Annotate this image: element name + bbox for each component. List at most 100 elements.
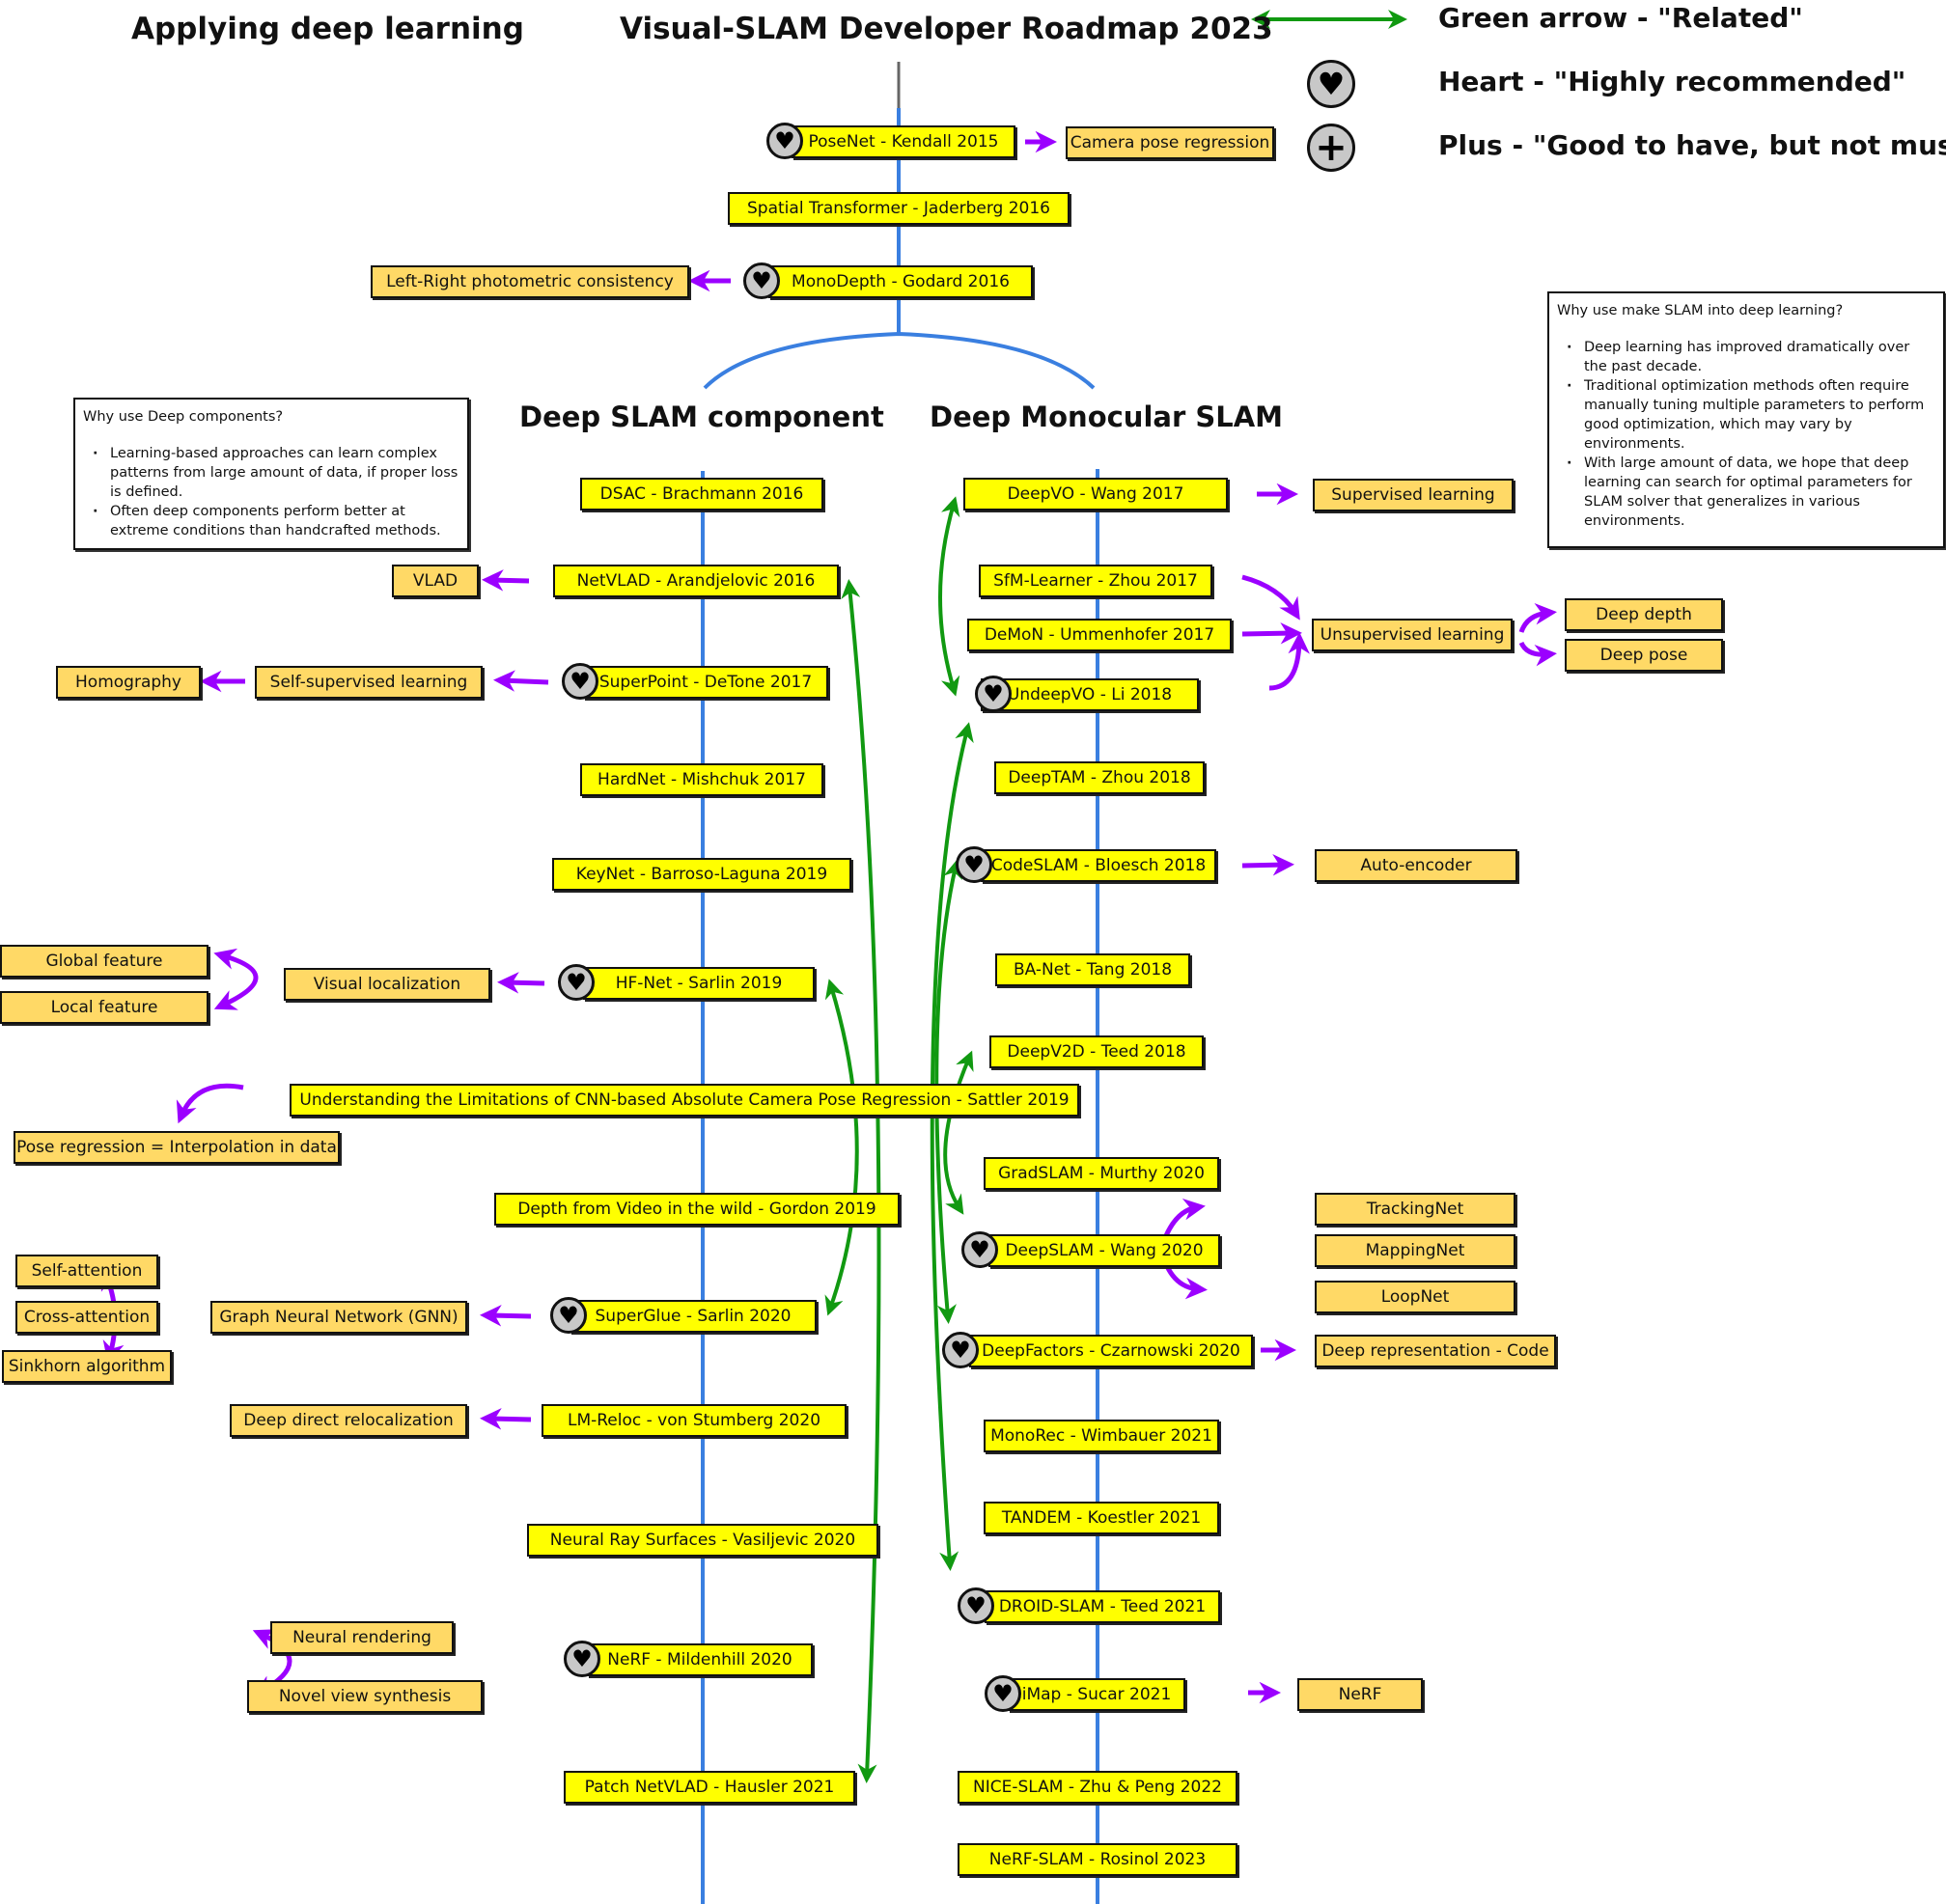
section-deep-monocular-slam: Deep Monocular SLAM: [930, 400, 1284, 433]
arrow-demon-to-unsup: [1241, 622, 1302, 645]
node-nerf-slam[interactable]: NeRF-SLAM - Rosinol 2023: [958, 1843, 1237, 1876]
node-lmreloc[interactable]: LM-Reloc - von Stumberg 2020: [542, 1404, 847, 1437]
arrow-superpoint-to-selfsup: [493, 670, 549, 692]
node-superpoint[interactable]: SuperPoint - DeTone 2017: [583, 666, 828, 699]
node-deep-direct-relocalization[interactable]: Deep direct relocalization: [230, 1404, 467, 1437]
node-deepslam[interactable]: DeepSLAM - Wang 2020: [988, 1234, 1220, 1267]
node-deep-representation[interactable]: Deep representation - Code: [1315, 1335, 1556, 1367]
node-cross-attention[interactable]: Cross-attention: [15, 1301, 158, 1334]
node-monorec[interactable]: MonoRec - Wimbauer 2021: [984, 1420, 1219, 1452]
node-visual-localization[interactable]: Visual localization: [284, 968, 490, 1001]
node-auto-encoder[interactable]: Auto-encoder: [1315, 849, 1517, 882]
node-imap[interactable]: iMap - Sucar 2021: [1008, 1678, 1185, 1711]
heart-icon: ♥: [985, 1675, 1021, 1712]
node-deepv2d[interactable]: DeepV2D - Teed 2018: [989, 1035, 1204, 1068]
node-neural-rendering[interactable]: Neural rendering: [270, 1621, 454, 1654]
note-bullet: Deep learning has improved dramatically …: [1567, 338, 1935, 376]
node-unsupervised-learning[interactable]: Unsupervised learning: [1312, 619, 1513, 651]
related-hfnet-superglue: [824, 979, 859, 1316]
heart-icon: ♥: [942, 1332, 979, 1368]
arrow-sfm-to-unsup: [1241, 574, 1300, 621]
note-bullet: Traditional optimization methods often r…: [1567, 376, 1935, 454]
node-banet[interactable]: BA-Net - Tang 2018: [995, 953, 1190, 986]
related-deepv2d-deepslam: [943, 1050, 974, 1215]
node-deeptam[interactable]: DeepTAM - Zhou 2018: [994, 761, 1205, 794]
node-sattler[interactable]: Understanding the Limitations of CNN-bas…: [290, 1084, 1079, 1117]
heart-icon: ♥: [956, 846, 992, 883]
arrow-netvlad-to-vlad: [482, 569, 530, 592]
node-left-right-consistency[interactable]: Left-Right photometric consistency: [371, 265, 689, 298]
node-demon[interactable]: DeMoN - Ummenhofer 2017: [967, 619, 1232, 651]
node-sfm-learner[interactable]: SfM-Learner - Zhou 2017: [979, 565, 1212, 597]
related-deepvo-undeepvo: [938, 496, 960, 697]
node-supervised-learning[interactable]: Supervised learning: [1313, 479, 1514, 511]
node-novel-view-synthesis[interactable]: Novel view synthesis: [247, 1680, 483, 1713]
node-imap-nerf[interactable]: NeRF: [1297, 1678, 1423, 1711]
node-neural-ray-surfaces[interactable]: Neural Ray Surfaces - Vasiljevic 2020: [527, 1524, 878, 1557]
node-deep-pose[interactable]: Deep pose: [1565, 639, 1723, 672]
node-pose-interpolation[interactable]: Pose regression = Interpolation in data: [14, 1131, 340, 1164]
heart-icon: ♥: [562, 663, 598, 700]
node-mappingnet[interactable]: MappingNet: [1315, 1234, 1515, 1267]
node-monodepth[interactable]: MonoDepth - Godard 2016: [768, 265, 1033, 298]
legend-plus-icon: +: [1307, 124, 1355, 172]
note-bullet: With large amount of data, we hope that …: [1567, 454, 1935, 531]
node-deepfactors[interactable]: DeepFactors - Czarnowski 2020: [969, 1335, 1253, 1367]
node-hfnet[interactable]: HF-Net - Sarlin 2019: [583, 967, 815, 1000]
legend-heart-icon: ♥: [1307, 60, 1355, 108]
related-netvlad-patchnetvlad: [841, 579, 881, 1783]
node-local-feature[interactable]: Local feature: [0, 991, 208, 1024]
branch-curve: [703, 331, 1096, 390]
node-spatial-transformer[interactable]: Spatial Transformer - Jaderberg 2016: [728, 192, 1070, 225]
legend-related: Green arrow - "Related": [1438, 2, 1803, 34]
note-bullet: Learning-based approaches can learn comp…: [93, 444, 459, 502]
section-deep-slam-component: Deep SLAM component: [519, 400, 884, 433]
node-gnn[interactable]: Graph Neural Network (GNN): [210, 1301, 467, 1334]
heart-icon: ♥: [766, 123, 803, 159]
node-superglue[interactable]: SuperGlue - Sarlin 2020: [570, 1300, 817, 1333]
node-deepvo[interactable]: DeepVO - Wang 2017: [963, 478, 1228, 510]
node-gradslam[interactable]: GradSLAM - Murthy 2020: [984, 1157, 1219, 1190]
legend-optional: Plus - "Good to have, but not must": [1438, 129, 1946, 161]
node-droid-slam[interactable]: DROID-SLAM - Teed 2021: [985, 1590, 1220, 1623]
node-keynet[interactable]: KeyNet - Barroso-Laguna 2019: [552, 858, 851, 891]
legend-recommended: Heart - "Highly recommended": [1438, 66, 1906, 97]
node-gordon[interactable]: Depth from Video in the wild - Gordon 20…: [494, 1193, 900, 1226]
arrow-visloc-to-features: [213, 948, 259, 1010]
left-title: Applying deep learning: [131, 12, 524, 46]
node-loopnet[interactable]: LoopNet: [1315, 1281, 1515, 1313]
arrow-superglue-to-gnn: [480, 1305, 532, 1327]
node-camera-pose-regression[interactable]: Camera pose regression: [1066, 126, 1274, 159]
node-dsac[interactable]: DSAC - Brachmann 2016: [580, 478, 823, 510]
node-tandem[interactable]: TANDEM - Koestler 2021: [984, 1502, 1219, 1534]
note-bullet: Often deep components perform better at …: [93, 502, 459, 540]
node-self-attention[interactable]: Self-attention: [15, 1255, 158, 1287]
node-codeslam[interactable]: CodeSLAM - Bloesch 2018: [981, 849, 1216, 882]
arrow-sattler-to-interp: [176, 1083, 244, 1124]
node-posenet[interactable]: PoseNet - Kendall 2015: [792, 125, 1015, 158]
node-netvlad[interactable]: NetVLAD - Arandjelovic 2016: [553, 565, 839, 597]
node-nice-slam[interactable]: NICE-SLAM - Zhu & Peng 2022: [958, 1771, 1237, 1804]
heart-icon: ♥: [743, 262, 780, 299]
heart-icon: ♥: [958, 1587, 994, 1624]
node-undeepvo[interactable]: UndeepVO - Li 2018: [981, 678, 1199, 711]
node-vlad[interactable]: VLAD: [392, 565, 479, 597]
node-hardnet[interactable]: HardNet - Mishchuk 2017: [580, 763, 823, 796]
note-question: Why use Deep components?: [83, 409, 284, 425]
node-deep-depth[interactable]: Deep depth: [1565, 598, 1723, 631]
heart-icon: ♥: [550, 1297, 587, 1334]
heart-icon: ♥: [975, 676, 1012, 712]
node-trackingnet[interactable]: TrackingNet: [1315, 1193, 1515, 1226]
node-nerf[interactable]: NeRF - Mildenhill 2020: [587, 1643, 813, 1676]
heart-icon: ♥: [961, 1231, 998, 1268]
note-question: Why use make SLAM into deep learning?: [1557, 303, 1844, 318]
arrow-codeslam-to-autoenc: [1241, 854, 1294, 876]
node-homography[interactable]: Homography: [56, 666, 201, 699]
node-global-feature[interactable]: Global feature: [0, 945, 208, 978]
note-why-deep-slam: Why use make SLAM into deep learning? De…: [1547, 291, 1945, 548]
node-sinkhorn[interactable]: Sinkhorn algorithm: [2, 1350, 172, 1383]
node-patch-netvlad[interactable]: Patch NetVLAD - Hausler 2021: [564, 1771, 855, 1804]
arrow-hfnet-to-visloc: [497, 972, 545, 994]
node-self-supervised[interactable]: Self-supervised learning: [255, 666, 483, 699]
arrow-unsup-to-pose: [1518, 641, 1557, 667]
